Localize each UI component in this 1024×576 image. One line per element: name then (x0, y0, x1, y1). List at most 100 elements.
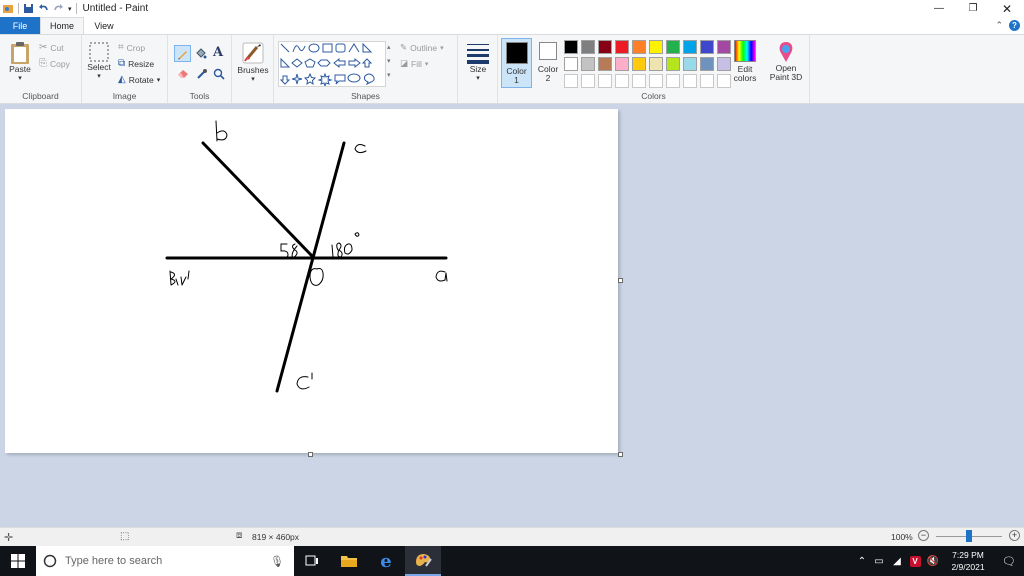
cut-button[interactable]: ✂ Cut (39, 42, 64, 53)
palette-swatch[interactable] (649, 57, 663, 71)
redo-icon[interactable] (53, 3, 64, 14)
network-icon[interactable]: ◢ (888, 556, 906, 567)
palette-swatch[interactable] (683, 57, 697, 71)
palette-swatch[interactable] (598, 57, 612, 71)
shapes-gallery[interactable] (278, 41, 386, 88)
text-tool-icon[interactable]: A (213, 45, 223, 60)
palette-swatch[interactable] (632, 40, 646, 54)
pencil-icon[interactable] (174, 45, 191, 62)
undo-icon[interactable] (38, 3, 49, 14)
palette-swatch[interactable] (700, 57, 714, 71)
select-button[interactable]: Select ▾ (86, 41, 112, 81)
palette-custom-swatch[interactable] (632, 74, 646, 88)
tab-file[interactable]: File (0, 17, 40, 34)
notifications-icon[interactable]: 🗨 (994, 555, 1024, 568)
rotate-button[interactable]: ◭ Rotate ▾ (118, 74, 160, 85)
customize-quick-access-icon[interactable]: ▾ (68, 5, 72, 13)
help-icon[interactable]: ? (1009, 20, 1020, 31)
palette-swatch[interactable] (717, 57, 731, 71)
palette-swatch[interactable] (564, 40, 578, 54)
palette-swatch[interactable] (666, 40, 680, 54)
shapes-gallery-icons (279, 42, 375, 88)
palette-custom-swatch[interactable] (717, 74, 731, 88)
fill-bucket-icon[interactable] (194, 47, 207, 62)
palette-swatch[interactable] (700, 40, 714, 54)
size-button[interactable]: Size ▾ (463, 41, 493, 83)
microphone-icon[interactable]: 🎙 (270, 555, 284, 568)
palette-custom-swatch[interactable] (666, 74, 680, 88)
tools-group: A Tools (168, 35, 232, 103)
palette-custom-swatch[interactable] (649, 74, 663, 88)
magnifier-icon[interactable] (213, 68, 225, 82)
file-explorer-icon[interactable] (331, 546, 367, 576)
zoom-out-button[interactable]: − (918, 530, 929, 541)
edge-browser-icon[interactable]: e (368, 546, 404, 576)
color1-button[interactable]: Color 1 (501, 38, 532, 88)
restore-button[interactable]: ❐ (956, 0, 990, 17)
brushes-button[interactable]: Brushes ▾ (235, 40, 271, 84)
canvas-area[interactable] (0, 104, 1024, 527)
outline-button[interactable]: ✎ Outline ▾ (400, 42, 444, 53)
windows-start-icon[interactable] (0, 546, 36, 576)
palette-swatch[interactable] (683, 40, 697, 54)
search-placeholder: Type here to search (65, 555, 163, 567)
close-button[interactable]: ✕ (990, 0, 1024, 17)
paste-button[interactable]: Paste ▾ (6, 41, 34, 83)
color2-button[interactable]: Color 2 (535, 42, 561, 83)
palette-custom-swatch[interactable] (581, 74, 595, 88)
resize-handle-right[interactable] (618, 278, 623, 283)
zoom-level: 100% (891, 532, 913, 542)
shapes-scroll-down-icon[interactable]: ▾ (387, 57, 391, 65)
line-size-icon (467, 44, 489, 64)
palette-swatch[interactable] (564, 57, 578, 71)
paint-taskbar-icon[interactable] (405, 546, 441, 576)
palette-custom-swatch[interactable] (615, 74, 629, 88)
palette-swatch[interactable] (717, 40, 731, 54)
crop-button[interactable]: ⌗ Crop (118, 42, 145, 53)
edit-colors-button[interactable]: Edit colors (730, 40, 760, 83)
zoom-in-button[interactable]: + (1009, 530, 1020, 541)
clock[interactable]: 7:29 PM 2/9/2021 (942, 549, 994, 573)
tools-group-label: Tools (189, 91, 210, 101)
save-icon[interactable] (23, 3, 34, 14)
palette-swatch[interactable] (581, 40, 595, 54)
security-shield-icon[interactable]: V (906, 555, 924, 567)
paint-app-icon[interactable] (2, 3, 14, 15)
tab-view[interactable]: View (84, 17, 124, 34)
resize-button[interactable]: ⧉ Resize (118, 58, 154, 69)
palette-swatch[interactable] (632, 57, 646, 71)
palette-swatch[interactable] (666, 57, 680, 71)
palette-swatch[interactable] (615, 57, 629, 71)
resize-handle-bottom[interactable] (308, 452, 313, 457)
shapes-scroll-up-icon[interactable]: ▴ (387, 43, 391, 51)
system-tray: ⌃ ▭ ◢ V 🔇 7:29 PM 2/9/2021 🗨 (854, 546, 1024, 576)
task-view-icon[interactable] (294, 546, 330, 576)
collapse-ribbon-icon[interactable]: ⌃ (995, 20, 1003, 31)
device-icon[interactable]: ▭ (870, 556, 888, 567)
open-paint3d-button[interactable]: Open Paint 3D (766, 40, 806, 82)
tab-home[interactable]: Home (40, 17, 84, 34)
clock-date: 2/9/2021 (951, 562, 985, 572)
fill-button[interactable]: ◪ Fill ▾ (400, 58, 428, 69)
palette-custom-swatch[interactable] (564, 74, 578, 88)
clipboard-group: Paste ▾ ✂ Cut ⎘ Copy Clipboard (0, 35, 82, 103)
color-picker-icon[interactable] (196, 68, 208, 82)
volume-muted-icon[interactable]: 🔇 (924, 556, 942, 567)
show-hidden-icons-chevron[interactable]: ⌃ (854, 556, 870, 567)
minimize-button[interactable]: — (922, 0, 956, 17)
drawing-canvas[interactable] (5, 109, 618, 453)
zoom-slider-thumb[interactable] (966, 530, 972, 542)
shapes-expand-icon[interactable]: ▾ (387, 71, 391, 79)
palette-swatch[interactable] (649, 40, 663, 54)
palette-swatch[interactable] (598, 40, 612, 54)
eraser-icon[interactable] (177, 68, 190, 81)
palette-custom-swatch[interactable] (683, 74, 697, 88)
palette-custom-swatch[interactable] (700, 74, 714, 88)
palette-custom-swatch[interactable] (598, 74, 612, 88)
palette-swatch[interactable] (615, 40, 629, 54)
palette-swatch[interactable] (581, 57, 595, 71)
copy-button[interactable]: ⎘ Copy (39, 58, 70, 69)
size-group: Size ▾ (458, 35, 498, 103)
taskbar-search-box[interactable]: Type here to search 🎙 (36, 546, 294, 576)
resize-handle-corner[interactable] (618, 452, 623, 457)
